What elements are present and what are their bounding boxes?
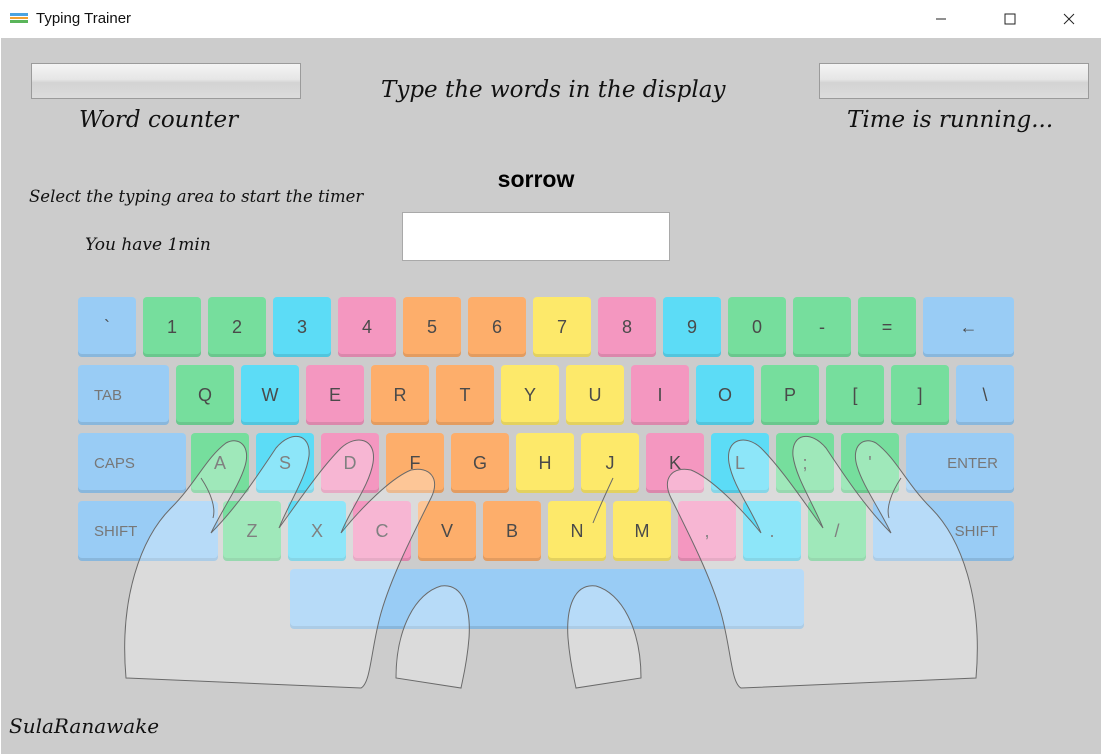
close-icon: [1063, 13, 1075, 25]
key-2[interactable]: 2: [208, 297, 266, 357]
key-j[interactable]: J: [581, 433, 639, 493]
key-semicolon[interactable]: ;: [776, 433, 834, 493]
key-q[interactable]: Q: [176, 365, 234, 425]
key-l[interactable]: L: [711, 433, 769, 493]
key-u[interactable]: U: [566, 365, 624, 425]
key-tab[interactable]: TAB: [78, 365, 169, 425]
key-7[interactable]: 7: [533, 297, 591, 357]
key-right-bracket[interactable]: ]: [891, 365, 949, 425]
key-i[interactable]: I: [631, 365, 689, 425]
key-f[interactable]: F: [386, 433, 444, 493]
key-n[interactable]: N: [548, 501, 606, 561]
key-slash[interactable]: /: [808, 501, 866, 561]
key-d[interactable]: D: [321, 433, 379, 493]
key-1[interactable]: 1: [143, 297, 201, 357]
key-z[interactable]: Z: [223, 501, 281, 561]
key-period[interactable]: .: [743, 501, 801, 561]
key-backtick[interactable]: `: [78, 297, 136, 357]
maximize-icon: [1004, 13, 1016, 25]
app-icon: [10, 13, 28, 24]
key-space[interactable]: [290, 569, 804, 629]
keyboard: ` 1 2 3 4 5 6 7 8 9 0- = ← TAB Q W E R T Y U I O P[] \ CAPS A S D F G H…: [1, 38, 1101, 754]
title-bar: Typing Trainer: [0, 0, 1102, 38]
key-8[interactable]: 8: [598, 297, 656, 357]
key-comma[interactable]: ,: [678, 501, 736, 561]
key-r[interactable]: R: [371, 365, 429, 425]
key-m[interactable]: M: [613, 501, 671, 561]
key-caps[interactable]: CAPS: [78, 433, 186, 493]
key-c[interactable]: C: [353, 501, 411, 561]
key-w[interactable]: W: [241, 365, 299, 425]
key-quote[interactable]: ': [841, 433, 899, 493]
key-h[interactable]: H: [516, 433, 574, 493]
key-left-shift[interactable]: SHIFT: [78, 501, 218, 561]
key-o[interactable]: O: [696, 365, 754, 425]
main-panel: Type the words in the display Word count…: [1, 38, 1101, 754]
key-s[interactable]: S: [256, 433, 314, 493]
key-b[interactable]: B: [483, 501, 541, 561]
key-equals[interactable]: =: [858, 297, 916, 357]
key-minus[interactable]: -: [793, 297, 851, 357]
key-6[interactable]: 6: [468, 297, 526, 357]
author-signature: SulaRanawake: [9, 714, 160, 738]
key-left-bracket[interactable]: [: [826, 365, 884, 425]
key-g[interactable]: G: [451, 433, 509, 493]
key-right-shift[interactable]: SHIFT: [873, 501, 1014, 561]
window-title: Typing Trainer: [36, 10, 132, 27]
key-backslash[interactable]: \: [956, 365, 1014, 425]
key-v[interactable]: V: [418, 501, 476, 561]
key-3[interactable]: 3: [273, 297, 331, 357]
key-e[interactable]: E: [306, 365, 364, 425]
key-0[interactable]: 0: [728, 297, 786, 357]
close-button[interactable]: [1046, 0, 1092, 38]
key-p[interactable]: P: [761, 365, 819, 425]
key-t[interactable]: T: [436, 365, 494, 425]
key-enter[interactable]: ENTER: [906, 433, 1014, 493]
key-4[interactable]: 4: [338, 297, 396, 357]
key-backspace[interactable]: ←: [923, 297, 1014, 357]
maximize-button[interactable]: [987, 0, 1033, 38]
key-k[interactable]: K: [646, 433, 704, 493]
minimize-icon: [936, 18, 946, 20]
minimize-button[interactable]: [918, 0, 964, 38]
key-5[interactable]: 5: [403, 297, 461, 357]
key-a[interactable]: A: [191, 433, 249, 493]
key-9[interactable]: 9: [663, 297, 721, 357]
key-x[interactable]: X: [288, 501, 346, 561]
key-y[interactable]: Y: [501, 365, 559, 425]
